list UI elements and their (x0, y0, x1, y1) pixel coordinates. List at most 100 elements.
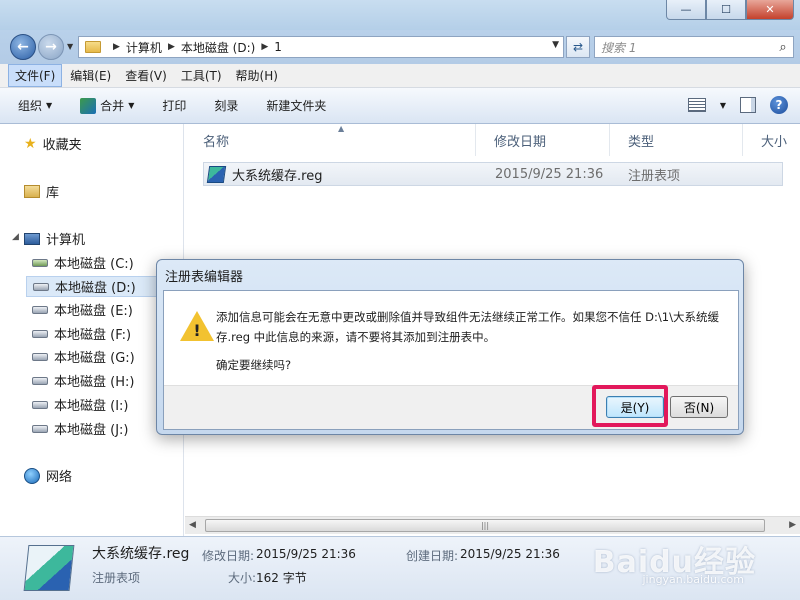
menu-tools[interactable]: 工具(T) (175, 65, 228, 86)
search-box[interactable]: 搜索 1 ⌕ (594, 36, 794, 58)
menu-view[interactable]: 查看(V) (119, 65, 173, 86)
drive-icon (32, 305, 48, 314)
merge-button[interactable]: 合并 ▼ (80, 97, 134, 114)
search-input[interactable]: 搜索 1 (601, 39, 773, 56)
dialog-message: 添加信息可能会在无意中更改或删除值并导致组件无法继续正常工作。如果您不信任 D:… (216, 310, 719, 344)
details-type: 注册表项 (92, 571, 141, 585)
chevron-right-icon[interactable]: ▶ (168, 42, 175, 52)
nav-computer[interactable]: 计算机 (24, 229, 85, 248)
menu-file[interactable]: 文件(F) (8, 64, 63, 87)
chevron-right-icon[interactable]: ▶ (261, 42, 268, 52)
nav-libraries-label: 库 (46, 186, 60, 201)
registry-merge-icon (80, 97, 97, 114)
scrollbar-thumb[interactable]: ||| (205, 519, 765, 532)
file-type: 注册表项 (628, 168, 681, 184)
new-folder-button[interactable]: 新建文件夹 (266, 97, 326, 114)
print-button[interactable]: 打印 (162, 97, 186, 114)
burn-label: 刻录 (214, 99, 239, 113)
maximize-button[interactable]: ☐ (706, 0, 746, 20)
new-folder-label: 新建文件夹 (266, 99, 327, 113)
dialog-title: 注册表编辑器 (165, 270, 244, 285)
window-title-bar: — ☐ ✕ (0, 0, 800, 30)
refresh-button[interactable]: ⇄ (566, 36, 590, 58)
drive-label: 本地磁盘 (G:) (54, 351, 135, 366)
drive-label: 本地磁盘 (C:) (54, 257, 134, 272)
file-row[interactable]: 大系统缓存.reg 2015/9/25 21:36 注册表项 (203, 162, 783, 186)
chevron-right-icon[interactable]: ▶ (113, 42, 120, 52)
address-dropdown-icon[interactable]: ▼ (552, 40, 559, 50)
address-bar[interactable]: ▶ 计算机 ▶ 本地磁盘 (D:) ▶ 1 ▼ (78, 36, 564, 58)
close-button[interactable]: ✕ (746, 0, 794, 20)
organize-label: 组织 (18, 99, 43, 113)
view-options-icon[interactable] (687, 98, 706, 112)
drive-label: 本地磁盘 (J:) (54, 423, 129, 438)
nav-network[interactable]: 网络 (24, 466, 72, 485)
column-header-modified[interactable]: 修改日期 (476, 124, 610, 156)
forward-button[interactable]: → (38, 34, 64, 60)
nav-favorites-label: 收藏夹 (42, 138, 82, 153)
nav-drive-g[interactable]: 本地磁盘 (G:) (32, 347, 135, 366)
details-size-label: 大小: (228, 571, 257, 585)
command-bar-right: ▼ ? (687, 96, 788, 114)
drive-label: 本地磁盘 (E:) (54, 304, 133, 319)
nav-drive-c[interactable]: 本地磁盘 (C:) (32, 253, 134, 272)
back-button[interactable]: ← (10, 34, 36, 60)
warning-exclamation-icon: ! (193, 321, 201, 340)
organize-button[interactable]: 组织 ▼ (18, 97, 52, 114)
nav-drive-f[interactable]: 本地磁盘 (F:) (32, 324, 131, 343)
nav-drive-i[interactable]: 本地磁盘 (I:) (32, 395, 129, 414)
column-header-size[interactable]: 大小 (743, 124, 800, 156)
nav-network-label: 网络 (46, 470, 73, 485)
refresh-icon: ⇄ (572, 40, 584, 54)
breadcrumb-folder[interactable]: 1 (274, 40, 282, 54)
network-icon (24, 467, 40, 484)
address-row: ← → ▼ ▶ 计算机 ▶ 本地磁盘 (D:) ▶ 1 ▼ ⇄ 搜索 1 ⌕ (0, 30, 800, 64)
nav-favorites[interactable]: ★ 收藏夹 (24, 134, 82, 154)
nav-drive-e[interactable]: 本地磁盘 (E:) (32, 300, 133, 319)
chevron-down-icon: ▼ (46, 101, 53, 110)
folder-icon (85, 41, 101, 53)
command-bar: 组织 ▼ 合并 ▼ 打印 刻录 新建文件夹 ▼ ? (0, 88, 800, 124)
file-modified: 2015/9/25 21:36 (495, 166, 604, 182)
menu-bar: 文件(F) 编辑(E) 查看(V) 工具(T) 帮助(H) (0, 64, 800, 88)
menu-edit[interactable]: 编辑(E) (64, 65, 117, 86)
details-modified-value: 2015/9/25 21:36 (256, 547, 356, 561)
drive-label: 本地磁盘 (I:) (54, 399, 129, 414)
registry-file-icon (206, 166, 227, 183)
nav-drive-h[interactable]: 本地磁盘 (H:) (32, 371, 134, 390)
burn-button[interactable]: 刻录 (214, 97, 238, 114)
dialog-question: 确定要继续吗? (216, 358, 292, 372)
breadcrumb-drive-d[interactable]: 本地磁盘 (D:) (181, 39, 255, 56)
scroll-right-icon[interactable]: ▶ (789, 520, 796, 530)
details-pane: 大系统缓存.reg 修改日期: 2015/9/25 21:36 创建日期: 20… (0, 536, 800, 600)
expand-arrow-icon[interactable]: ◢ (12, 232, 19, 242)
drive-icon (32, 424, 48, 433)
drive-label: 本地磁盘 (H:) (54, 375, 135, 390)
help-icon[interactable]: ? (770, 96, 788, 114)
horizontal-scrollbar[interactable]: ◀ ||| ▶ (185, 516, 800, 534)
details-created-label: 创建日期: (406, 549, 459, 563)
details-modified-label: 修改日期: (202, 549, 255, 563)
merge-label: 合并 (100, 99, 125, 113)
preview-pane-icon[interactable] (740, 97, 756, 113)
column-header-name[interactable]: 名称 (185, 124, 476, 156)
nav-computer-label: 计算机 (46, 233, 86, 248)
drive-icon (32, 400, 48, 409)
search-icon[interactable]: ⌕ (773, 40, 793, 55)
recent-pages-dropdown[interactable]: ▼ (67, 42, 73, 51)
arrow-right-icon: → (45, 39, 57, 55)
drive-label: 本地磁盘 (F:) (54, 328, 132, 343)
breadcrumb-computer[interactable]: 计算机 (126, 39, 162, 56)
scroll-left-icon[interactable]: ◀ (189, 520, 196, 530)
window-controls: — ☐ ✕ (666, 0, 794, 20)
minimize-button[interactable]: — (666, 0, 706, 20)
nav-libraries[interactable]: 库 (24, 182, 59, 201)
arrow-left-icon: ← (17, 39, 29, 55)
menu-help[interactable]: 帮助(H) (230, 65, 284, 86)
nav-drive-j[interactable]: 本地磁盘 (J:) (32, 419, 129, 438)
details-file-name: 大系统缓存.reg (92, 546, 190, 562)
drive-icon (32, 352, 48, 361)
column-header-type[interactable]: 类型 (610, 124, 743, 156)
chevron-down-icon[interactable]: ▼ (720, 101, 726, 110)
no-button[interactable]: 否(N) (670, 396, 728, 418)
